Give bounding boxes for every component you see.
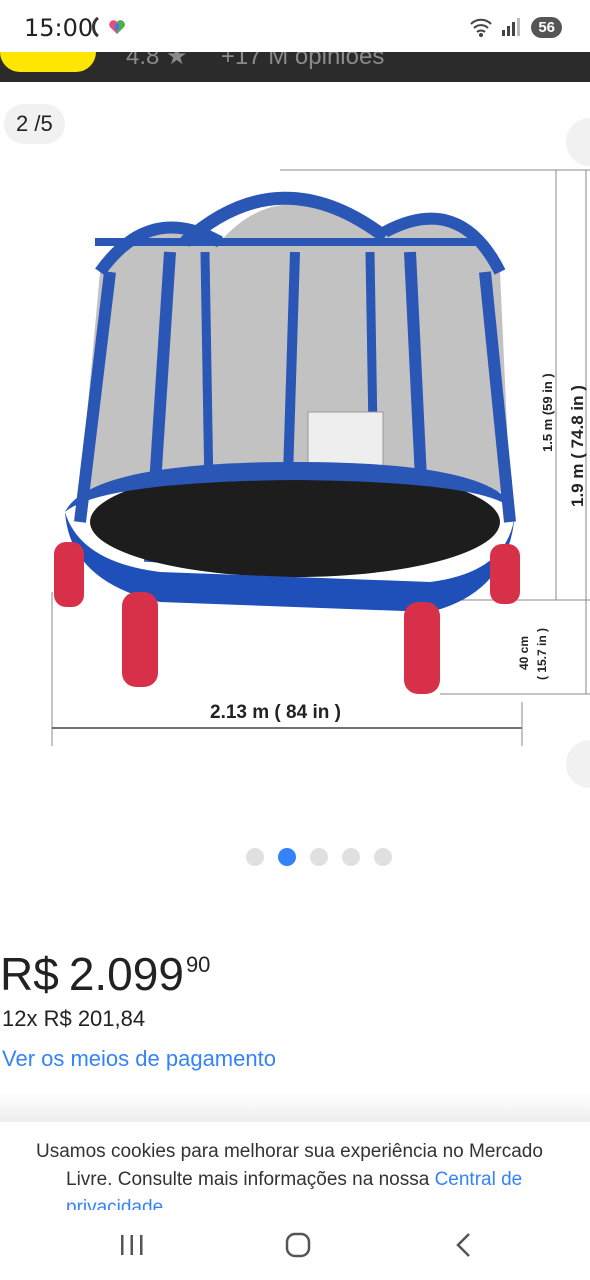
rating-summary: 4.8 ★ +17 M opiniões bbox=[126, 52, 384, 71]
home-icon[interactable] bbox=[278, 1228, 318, 1262]
gallery-pagination bbox=[24, 848, 590, 866]
installments-text: 12x R$ 201,84 bbox=[2, 1006, 146, 1031]
cookie-text-line2: Livre. Consulte mais informações na noss… bbox=[66, 1169, 435, 1190]
price-currency: R$ bbox=[0, 948, 59, 1000]
cookie-text: Usamos cookies para melhorar sua experiê… bbox=[36, 1138, 590, 1210]
pagination-dot[interactable] bbox=[246, 848, 264, 866]
back-icon[interactable] bbox=[444, 1228, 484, 1262]
pagination-dot[interactable] bbox=[374, 848, 392, 866]
cookie-text-line1: Usamos cookies para melhorar sua experiê… bbox=[36, 1141, 543, 1162]
price: R$ 2.099 90 bbox=[0, 946, 590, 1002]
system-nav-bar bbox=[0, 1210, 590, 1280]
image-counter: 2 /5 bbox=[4, 104, 65, 144]
net-height-label: 1.5 m (59 in ) bbox=[540, 373, 555, 452]
call-icon bbox=[92, 16, 99, 38]
rating-value: 4.8 ★ bbox=[126, 52, 188, 70]
battery-icon: 56 bbox=[531, 16, 562, 38]
product-gallery[interactable]: 2 /5 2.13 m (84 in) 1.5 m (59 in) 1.9… bbox=[0, 82, 590, 882]
width-dimension-label: 2.13 m ( 84 in ) bbox=[210, 702, 341, 723]
pagination-dot-active[interactable] bbox=[278, 848, 296, 866]
price-cents: 90 bbox=[185, 952, 211, 977]
review-count: +17 M opiniões bbox=[220, 52, 385, 70]
pagination-dot[interactable] bbox=[342, 848, 360, 866]
leg-height-label: 40 cm bbox=[517, 636, 531, 670]
signal-icon bbox=[502, 18, 521, 36]
section-divider bbox=[0, 1092, 590, 1122]
total-height-label: 1.9 m ( 74.8 in ) bbox=[568, 385, 587, 507]
header-strip: 4.8 ★ +17 M opiniões bbox=[0, 52, 590, 82]
trampoline-image[interactable]: 2.13 m ( 84 in ) 1.5 m (59 in ) 1.9 m ( … bbox=[40, 162, 590, 782]
wifi-icon bbox=[470, 18, 493, 37]
price-section: R$ 2.099 90 12x R$ 201,84 Ver os meios d… bbox=[0, 946, 590, 1071]
status-time: 15:00 bbox=[24, 14, 94, 42]
heart-icon bbox=[109, 20, 125, 34]
gallery-action-button[interactable] bbox=[566, 118, 590, 166]
cookie-text-line2-wrapper: Livre. Consulte mais informações na noss… bbox=[36, 1166, 590, 1210]
payment-methods-link[interactable]: Ver os meios de pagamento bbox=[2, 1046, 276, 1072]
pagination-dot[interactable] bbox=[310, 848, 328, 866]
price-integer: 2.099 bbox=[68, 948, 184, 1000]
recent-apps-icon[interactable] bbox=[112, 1228, 152, 1262]
status-bar: 15:00 56 bbox=[0, 0, 590, 56]
brand-chip[interactable] bbox=[0, 52, 96, 72]
cookie-banner: Usamos cookies para melhorar sua experiê… bbox=[0, 1122, 590, 1210]
leg-height-label-in: ( 15.7 in ) bbox=[535, 628, 549, 680]
